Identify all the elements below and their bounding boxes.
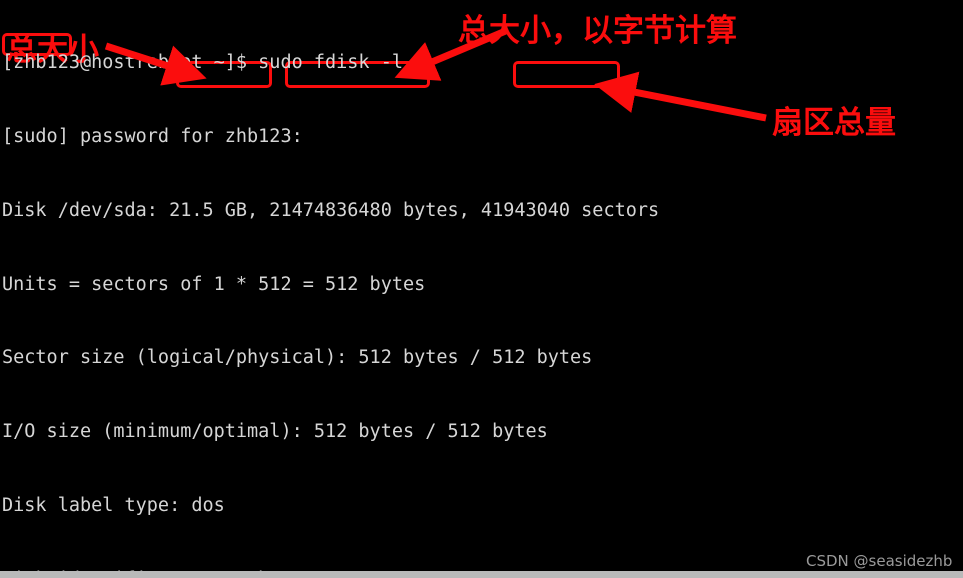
- terminal-line: [zhb123@hostreboot ~]$ sudo fdisk -l: [2, 52, 403, 74]
- terminal-line: [sudo] password for zhb123:: [2, 125, 303, 147]
- terminal-line: Sector size (logical/physical): 512 byte…: [2, 347, 593, 369]
- csdn-watermark: CSDN @seasidezhb: [806, 552, 953, 570]
- terminal-line: Units = sectors of 1 * 512 = 512 bytes: [2, 273, 426, 295]
- terminal-output[interactable]: [zhb123@hostreboot ~]$ sudo fdisk -l [su…: [0, 0, 963, 578]
- window-bottom-edge: [0, 571, 963, 578]
- terminal-screenshot: [zhb123@hostreboot ~]$ sudo fdisk -l [su…: [0, 0, 963, 578]
- terminal-line: I/O size (minimum/optimal): 512 bytes / …: [2, 421, 548, 443]
- terminal-line: Disk /dev/sda: 21.5 GB, 21474836480 byte…: [2, 199, 660, 221]
- terminal-line: Disk label type: dos: [2, 494, 225, 516]
